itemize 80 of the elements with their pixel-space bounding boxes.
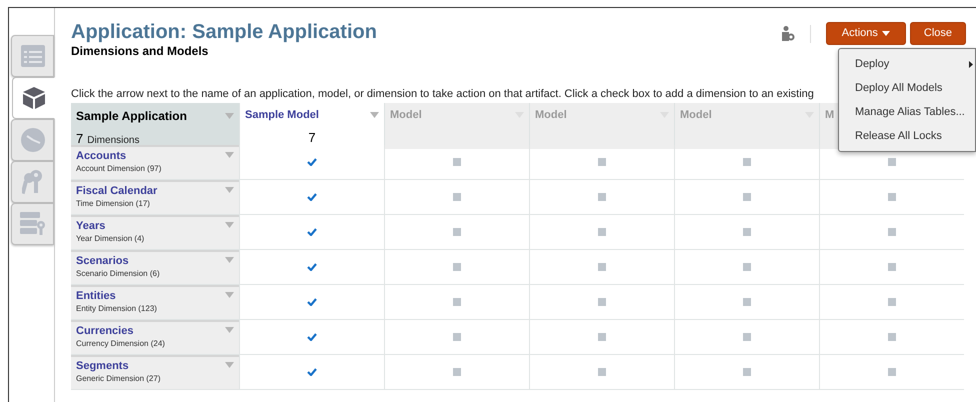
checkbox[interactable] [453, 158, 461, 166]
dimension-type: Account Dimension (97) [76, 163, 162, 175]
dimension-name[interactable]: Segments [76, 359, 160, 373]
checkbox[interactable] [743, 228, 751, 236]
server-key-icon [20, 212, 46, 236]
page-subtitle: Dimensions and Models [71, 44, 210, 59]
checkbox[interactable] [453, 228, 461, 236]
checkbox[interactable] [743, 193, 751, 201]
dimension-count-label: Dimensions [87, 134, 140, 148]
dimension-type: Year Dimension (4) [76, 233, 144, 245]
page-title: Application: Sample Application [71, 20, 377, 44]
checkbox[interactable] [743, 333, 751, 341]
dropdown-arrow-icon[interactable] [225, 292, 234, 298]
checkbox[interactable] [598, 333, 606, 341]
checkbox[interactable] [598, 368, 606, 376]
checkbox[interactable] [453, 263, 461, 271]
dimension-type: Currency Dimension (24) [76, 338, 165, 350]
checkbox[interactable] [743, 298, 751, 306]
checkbox[interactable] [598, 298, 606, 306]
dropdown-arrow-icon[interactable] [225, 362, 234, 368]
dropdown-arrow-icon[interactable] [225, 222, 234, 228]
model-dimension-count: 7 [308, 128, 316, 146]
menu-item[interactable]: Deploy [839, 52, 973, 76]
dimension-name[interactable]: Fiscal Calendar [76, 184, 158, 198]
checkbox[interactable] [598, 158, 606, 166]
checkmark-icon[interactable] [307, 333, 317, 341]
dropdown-arrow-icon[interactable] [225, 152, 234, 158]
checkbox[interactable] [888, 228, 896, 236]
list-icon [20, 45, 44, 67]
caret-icon [882, 31, 890, 36]
dimension-type: Generic Dimension (27) [76, 373, 160, 385]
model-name[interactable]: Sample Model [245, 107, 319, 124]
checkbox[interactable] [598, 228, 606, 236]
dropdown-arrow-icon[interactable] [225, 187, 234, 193]
user-help-icon[interactable] [782, 26, 795, 41]
dimension-type: Scenario Dimension (6) [76, 268, 160, 280]
checkbox[interactable] [888, 368, 896, 376]
application-name: Sample Application [76, 108, 187, 125]
cube-icon [22, 86, 46, 110]
menu-item[interactable]: Manage Alias Tables... [839, 100, 973, 124]
checkbox[interactable] [743, 368, 751, 376]
dimension-name[interactable]: Entities [76, 289, 157, 303]
checkbox[interactable] [888, 298, 896, 306]
dimension-name[interactable]: Years [76, 219, 144, 233]
instructions-text: Click the arrow next to the name of an application, model, or dimension to take action on that artifact. Click a check box to add a dimension to an existing [71, 87, 814, 102]
keys-icon [22, 169, 44, 195]
checkbox[interactable] [453, 193, 461, 201]
checkmark-icon[interactable] [307, 368, 317, 376]
menu-item[interactable]: Deploy All Models [839, 76, 973, 100]
dimension-type: Time Dimension (17) [76, 198, 151, 210]
dropdown-arrow-icon[interactable] [370, 112, 379, 118]
checkmark-icon[interactable] [307, 228, 317, 236]
checkmark-icon[interactable] [307, 193, 317, 201]
checkmark-icon[interactable] [307, 298, 317, 306]
dimension-type: Entity Dimension (123) [76, 303, 157, 315]
checkbox[interactable] [888, 263, 896, 271]
checkbox[interactable] [743, 158, 751, 166]
checkmark-icon[interactable] [307, 263, 317, 271]
checkbox[interactable] [453, 368, 461, 376]
dimension-name[interactable]: Currencies [76, 324, 165, 338]
dimension-name[interactable]: Accounts [76, 149, 162, 163]
dimension-count: 7 [76, 130, 84, 148]
checkbox[interactable] [888, 158, 896, 166]
checkbox[interactable] [888, 333, 896, 341]
dimension-name[interactable]: Scenarios [76, 254, 160, 268]
side-tab[interactable] [12, 77, 55, 119]
menu-item[interactable]: Release All Locks [839, 124, 973, 148]
actions-button[interactable]: Actions [826, 22, 906, 45]
checkbox[interactable] [743, 263, 751, 271]
checkbox[interactable] [453, 333, 461, 341]
checkbox[interactable] [453, 298, 461, 306]
checkbox[interactable] [598, 193, 606, 201]
clock-icon [20, 128, 44, 152]
checkbox[interactable] [598, 263, 606, 271]
checkmark-icon[interactable] [307, 158, 317, 166]
close-button[interactable]: Close [910, 22, 966, 45]
dropdown-arrow-icon[interactable] [225, 113, 234, 119]
checkbox[interactable] [888, 193, 896, 201]
dropdown-arrow-icon[interactable] [225, 257, 234, 263]
dropdown-arrow-icon[interactable] [225, 327, 234, 333]
